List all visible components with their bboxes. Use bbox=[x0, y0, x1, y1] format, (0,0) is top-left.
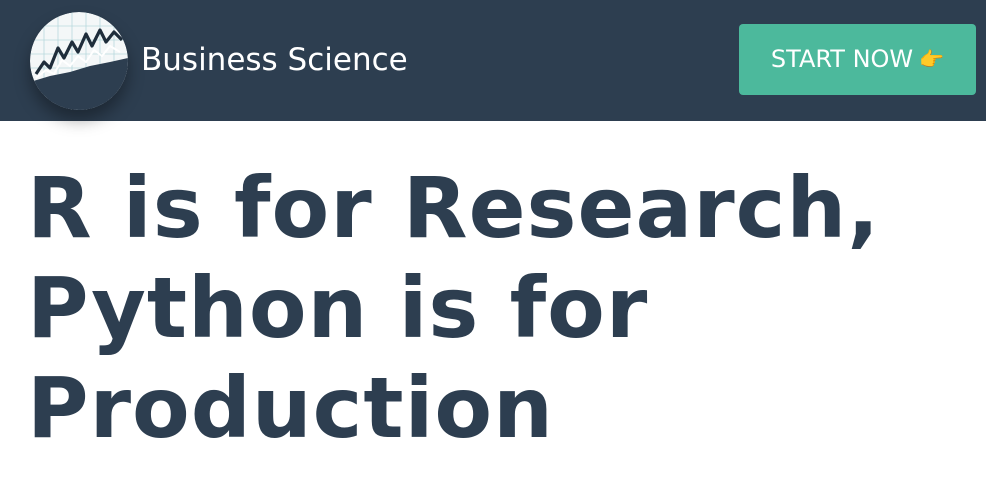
article-title: R is for Research, Python is for Product… bbox=[27, 158, 880, 458]
stock-chart-logo-icon bbox=[30, 12, 128, 110]
start-now-label: START NOW bbox=[770, 45, 914, 73]
site-navbar: Business Science START NOW 👉 bbox=[0, 0, 986, 121]
article-title-line-3: Production bbox=[27, 359, 554, 457]
brand-name[interactable]: Business Science bbox=[141, 40, 408, 80]
article-title-line-2: Python is for bbox=[27, 259, 649, 357]
pointing-hand-icon: 👉 bbox=[919, 47, 945, 71]
business-science-logo[interactable] bbox=[30, 12, 128, 110]
start-now-button[interactable]: START NOW 👉 bbox=[739, 24, 976, 95]
article-title-line-1: R is for Research, bbox=[27, 159, 881, 257]
